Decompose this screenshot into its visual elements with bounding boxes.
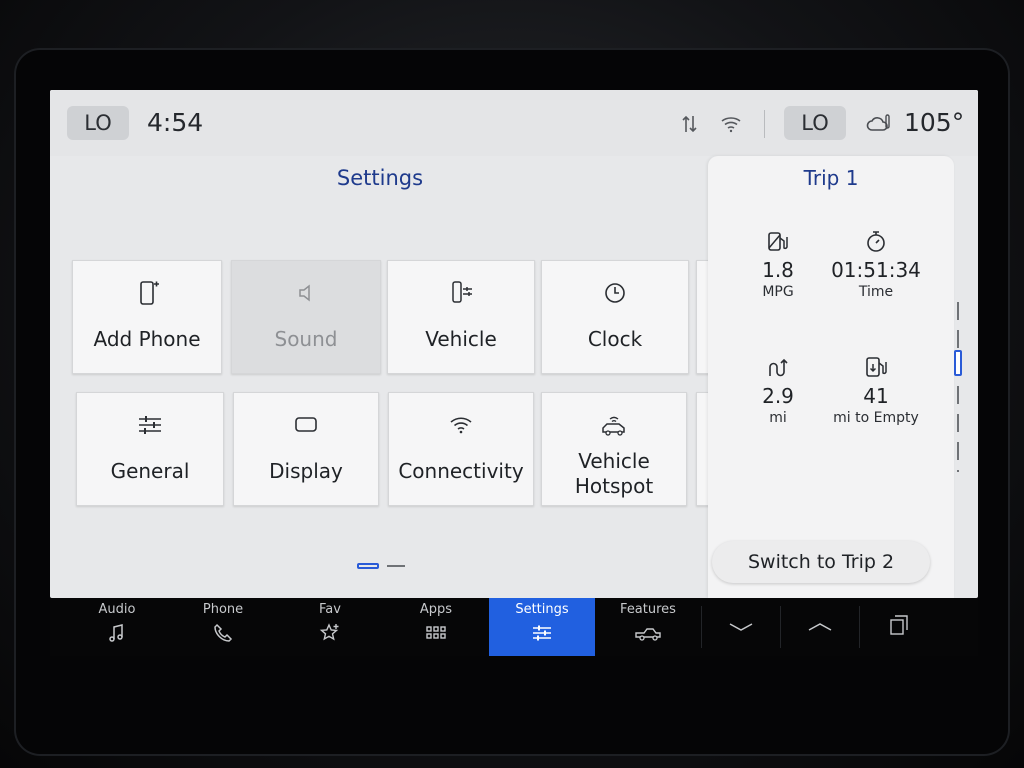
nav-settings[interactable]: Settings [489, 598, 595, 656]
truck-icon [635, 628, 661, 641]
range-unit: mi to Empty [833, 410, 919, 426]
tile-label: Vehicle Hotspot [575, 449, 653, 499]
speaker-icon [299, 284, 310, 302]
distance-value: 2.9 [762, 384, 794, 408]
tile-label-line1: Vehicle [578, 449, 650, 473]
tile-clock[interactable]: Clock [541, 260, 689, 374]
driver-climate-button[interactable]: LO [67, 106, 129, 140]
nav-label: Apps [419, 602, 453, 617]
time-value: 01:51:34 [831, 258, 921, 282]
tile-label: General [110, 459, 190, 483]
nav-windows[interactable] [860, 598, 938, 656]
sliders-icon [139, 416, 161, 434]
chevron-down-icon [729, 623, 753, 631]
music-note-icon [109, 624, 123, 642]
wifi-info-icon [721, 117, 741, 133]
clock-time: 4:54 [147, 108, 204, 137]
tile-display[interactable]: Display [233, 392, 379, 506]
nav-label: Settings [515, 602, 569, 617]
star-plus-icon [319, 623, 339, 641]
status-divider [764, 110, 765, 138]
mpg-unit: MPG [762, 284, 794, 300]
nav-label: Phone [202, 602, 244, 617]
tile-vehicle-hotspot[interactable]: Vehicle Hotspot [541, 392, 687, 506]
fuel-pump-icon [866, 357, 887, 377]
add-phone-icon [140, 281, 159, 305]
tile-add-phone[interactable]: Add Phone [72, 260, 222, 374]
nav-apps[interactable]: Apps [383, 598, 489, 656]
nav-features[interactable]: Features [595, 598, 701, 656]
nav-phone[interactable]: Phone [170, 598, 276, 656]
outside-temperature: 105° [904, 108, 965, 137]
time-unit: Time [858, 284, 894, 300]
data-arrows-icon [682, 115, 697, 133]
nav-label: Audio [98, 602, 136, 617]
tile-general[interactable]: General [76, 392, 224, 506]
nav-fav[interactable]: Fav [277, 598, 383, 656]
status-bar: LO 4:54 LO 105° [50, 90, 978, 156]
distance-unit: mi [769, 410, 787, 426]
tile-label: Sound [274, 327, 338, 351]
nav-expand[interactable] [781, 598, 859, 656]
windows-stack-icon [890, 615, 908, 635]
trip-range: 41 mi to Empty [821, 354, 931, 426]
fuel-economy-icon [768, 232, 788, 251]
trip-title: Trip 1 [803, 166, 859, 190]
scrollbar-track[interactable] [957, 302, 959, 472]
tile-sound[interactable]: Sound [231, 260, 381, 374]
nav-audio[interactable]: Audio [64, 598, 170, 656]
scrollbar-thumb[interactable] [954, 350, 962, 376]
vehicle-settings-icon [452, 281, 472, 303]
clock-icon [605, 283, 625, 303]
cloud-thermometer-icon [866, 114, 890, 131]
touch-screen: LO 4:54 LO 105° Settings Add Phone Sound [50, 90, 978, 598]
nav-label: Fav [319, 602, 341, 617]
nav-label: Features [620, 602, 676, 617]
phone-icon [214, 623, 233, 642]
tile-vehicle[interactable]: Vehicle [387, 260, 535, 374]
trip-distance: 2.9 mi [723, 354, 833, 426]
tile-label: Add Phone [93, 327, 201, 351]
tile-label: Clock [587, 327, 643, 351]
tile-connectivity[interactable]: Connectivity [388, 392, 534, 506]
trip-panel: Trip 1 1.8 MPG 01:51:34 Time 2.9 mi 41 m… [708, 156, 954, 598]
wifi-icon [450, 417, 472, 434]
page-title: Settings [336, 166, 424, 190]
mpg-value: 1.8 [762, 258, 794, 282]
switch-trip-button[interactable]: Switch to Trip 2 [712, 541, 930, 583]
tile-label: Connectivity [398, 459, 524, 483]
passenger-climate-button[interactable]: LO [784, 106, 846, 140]
nav-collapse[interactable] [702, 598, 780, 656]
page-dot-active [357, 563, 379, 569]
page-dot [387, 565, 405, 567]
sliders-icon [533, 625, 551, 641]
route-icon [769, 358, 788, 377]
trip-mpg: 1.8 MPG [723, 228, 833, 300]
tile-label: Display [269, 459, 343, 483]
range-value: 41 [863, 384, 889, 408]
vehicle-hotspot-icon [602, 416, 625, 436]
chevron-up-icon [808, 623, 832, 631]
tile-label: Vehicle [425, 327, 497, 351]
bottom-nav: Audio Phone Fav Apps Settings Features [50, 598, 978, 656]
grid-icon [426, 626, 446, 639]
tile-label-line2: Hotspot [574, 474, 654, 498]
trip-time: 01:51:34 Time [821, 228, 931, 300]
stopwatch-icon [867, 231, 885, 252]
display-icon [295, 417, 317, 432]
